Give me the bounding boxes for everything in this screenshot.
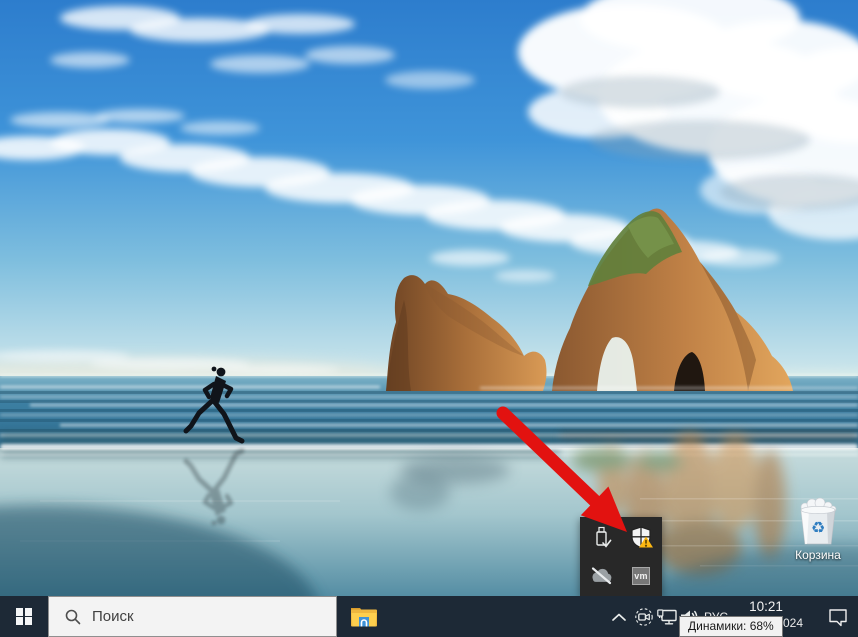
security-shield-warning-icon [628, 524, 654, 550]
search-placeholder: Поиск [92, 608, 134, 625]
windows-logo-icon [16, 608, 33, 625]
recycle-bin-label: Корзина [795, 548, 841, 562]
taskbar-search-box[interactable]: Поиск [48, 596, 337, 637]
start-button[interactable] [0, 596, 48, 637]
chevron-up-icon [611, 612, 627, 622]
recycle-bin-icon: ♻ [795, 497, 841, 547]
ethernet-network-icon [657, 608, 679, 626]
svg-text:♻: ♻ [811, 518, 825, 537]
usb-eject-icon [589, 524, 613, 550]
file-explorer-icon [350, 606, 378, 628]
vm-logo-icon: vm [632, 567, 650, 585]
clock-time: 10:21 [730, 599, 802, 614]
search-icon [64, 608, 82, 626]
meet-now-camera-icon [634, 607, 654, 627]
recycle-bin[interactable]: ♻ Корзина [784, 497, 852, 562]
network-button[interactable] [656, 596, 680, 637]
vmware-tools-icon[interactable]: vm [621, 556, 661, 596]
tray-overflow-popup: vm [580, 517, 662, 596]
action-center-icon [827, 607, 849, 627]
cloud-slash-icon [588, 566, 614, 586]
onedrive-signin-icon[interactable] [581, 556, 621, 596]
desktop-screen: ♻ Корзина [0, 0, 858, 637]
action-center-button[interactable] [818, 596, 858, 637]
wallpaper-image [0, 0, 858, 596]
meet-now-button[interactable] [632, 596, 656, 637]
volume-tooltip: Динамики: 68% [679, 616, 783, 637]
safely-remove-hardware-icon[interactable] [581, 517, 621, 556]
clock-date-partial: 024 [783, 616, 803, 630]
show-hidden-icons-button[interactable] [606, 596, 632, 637]
windows-security-icon[interactable] [621, 517, 661, 556]
vm-logo-text: vm [634, 572, 648, 581]
taskbar-file-explorer[interactable] [340, 596, 388, 637]
